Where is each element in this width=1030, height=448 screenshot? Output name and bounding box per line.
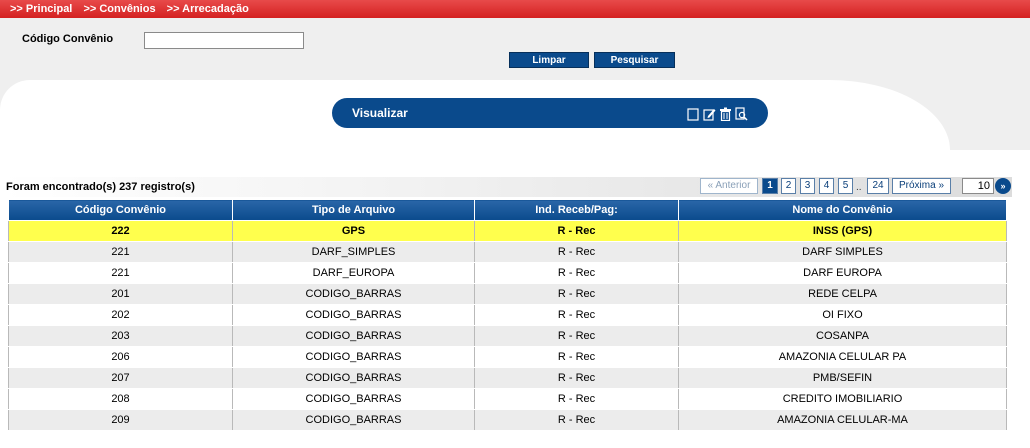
table-cell: DARF SIMPLES [678, 241, 1007, 263]
table-cell: COSANPA [678, 325, 1007, 347]
edit-icon[interactable] [703, 107, 716, 121]
go-button[interactable]: » [995, 178, 1011, 194]
column-header[interactable]: Código Convênio [8, 199, 233, 221]
table-cell: DARF EUROPA [678, 262, 1007, 284]
table-cell: INSS (GPS) [678, 220, 1007, 242]
table-row[interactable]: 221 DARF_SIMPLES R - Rec DARF SIMPLES [8, 241, 1007, 263]
table-row[interactable]: 201 CODIGO_BARRAS R - Rec REDE CELPA [8, 283, 1007, 305]
table-cell: R - Rec [474, 367, 679, 389]
table-cell: 203 [8, 325, 233, 347]
pager-page-1[interactable]: 1 [762, 178, 778, 194]
column-header[interactable]: Ind. Receb/Pag: [474, 199, 679, 221]
table-header-row: Código Convênio Tipo de Arquivo Ind. Rec… [8, 199, 1007, 221]
pager-page-4[interactable]: 4 [819, 178, 834, 194]
breadcrumb-arrecadacao[interactable]: >> Arrecadação [167, 3, 249, 15]
table-cell: R - Rec [474, 346, 679, 368]
table-cell: CODIGO_BARRAS [232, 304, 475, 326]
table-cell: AMAZONIA CELULAR-MA [678, 409, 1007, 431]
table-cell: CODIGO_BARRAS [232, 388, 475, 410]
table-cell: AMAZONIA CELULAR PA [678, 346, 1007, 368]
table-cell: PMB/SEFIN [678, 367, 1007, 389]
breadcrumb-convenios[interactable]: >> Convênios [83, 3, 155, 15]
table-cell: CODIGO_BARRAS [232, 346, 475, 368]
table-row[interactable]: 209 CODIGO_BARRAS R - Rec AMAZONIA CELUL… [8, 409, 1007, 431]
table-cell: 221 [8, 241, 233, 263]
table-cell: 209 [8, 409, 233, 431]
table-cell: R - Rec [474, 388, 679, 410]
pager-next-button[interactable]: Próxima » [892, 178, 951, 194]
table-row[interactable]: 203 CODIGO_BARRAS R - Rec COSANPA [8, 325, 1007, 347]
table-cell: 201 [8, 283, 233, 305]
table-cell: R - Rec [474, 304, 679, 326]
view-title: Visualizar [352, 106, 408, 120]
pager-prev-button[interactable]: « Anterior [700, 178, 758, 194]
table-cell: 202 [8, 304, 233, 326]
table-cell: 208 [8, 388, 233, 410]
column-header[interactable]: Nome do Convênio [678, 199, 1007, 221]
clear-button[interactable]: Limpar [509, 52, 589, 68]
table-cell: R - Rec [474, 262, 679, 284]
table-cell: DARF_EUROPA [232, 262, 475, 284]
codigo-convenio-label: Código Convênio [22, 33, 114, 45]
table-row[interactable]: 206 CODIGO_BARRAS R - Rec AMAZONIA CELUL… [8, 346, 1007, 368]
table-cell: R - Rec [474, 325, 679, 347]
breadcrumb-principal[interactable]: >> Principal [10, 3, 72, 15]
codigo-convenio-input[interactable] [144, 32, 304, 49]
search-document-icon[interactable] [735, 107, 748, 121]
table-cell: CODIGO_BARRAS [232, 283, 475, 305]
table-row[interactable]: 208 CODIGO_BARRAS R - Rec CREDITO IMOBIL… [8, 388, 1007, 410]
view-toolbar: Visualizar [332, 98, 768, 128]
convenios-table: Código Convênio Tipo de Arquivo Ind. Rec… [8, 199, 1007, 431]
table-cell: R - Rec [474, 409, 679, 431]
pager-page-5[interactable]: 5 [838, 178, 853, 194]
pager-page-3[interactable]: 3 [800, 178, 815, 194]
pager-page-last[interactable]: 24 [867, 178, 889, 194]
page-size-input[interactable]: 10 [962, 178, 994, 194]
table-row[interactable]: 207 CODIGO_BARRAS R - Rec PMB/SEFIN [8, 367, 1007, 389]
table-cell: 221 [8, 262, 233, 284]
pager-ellipsis: .. [856, 182, 862, 193]
table-cell: R - Rec [474, 241, 679, 263]
table-cell: CODIGO_BARRAS [232, 367, 475, 389]
table-cell: 206 [8, 346, 233, 368]
table-cell: OI FIXO [678, 304, 1007, 326]
results-summary: Foram encontrado(s) 237 registro(s) [6, 181, 195, 193]
checkbox-icon[interactable] [687, 107, 700, 121]
table-cell: DARF_SIMPLES [232, 241, 475, 263]
table-cell: 207 [8, 367, 233, 389]
search-button[interactable]: Pesquisar [594, 52, 675, 68]
table-cell: R - Rec [474, 220, 679, 242]
table-cell: REDE CELPA [678, 283, 1007, 305]
breadcrumb: >> Principal >> Convênios >> Arrecadação [0, 0, 1030, 18]
table-row[interactable]: 221 DARF_EUROPA R - Rec DARF EUROPA [8, 262, 1007, 284]
column-header[interactable]: Tipo de Arquivo [232, 199, 475, 221]
table-cell: CREDITO IMOBILIARIO [678, 388, 1007, 410]
table-row[interactable]: 202 CODIGO_BARRAS R - Rec OI FIXO [8, 304, 1007, 326]
delete-icon[interactable] [719, 107, 732, 121]
table-row[interactable]: 222 GPS R - Rec INSS (GPS) [8, 220, 1007, 242]
table-cell: CODIGO_BARRAS [232, 409, 475, 431]
table-cell: 222 [8, 220, 233, 242]
table-cell: R - Rec [474, 283, 679, 305]
pager-page-2[interactable]: 2 [781, 178, 796, 194]
table-cell: GPS [232, 220, 475, 242]
table-cell: CODIGO_BARRAS [232, 325, 475, 347]
